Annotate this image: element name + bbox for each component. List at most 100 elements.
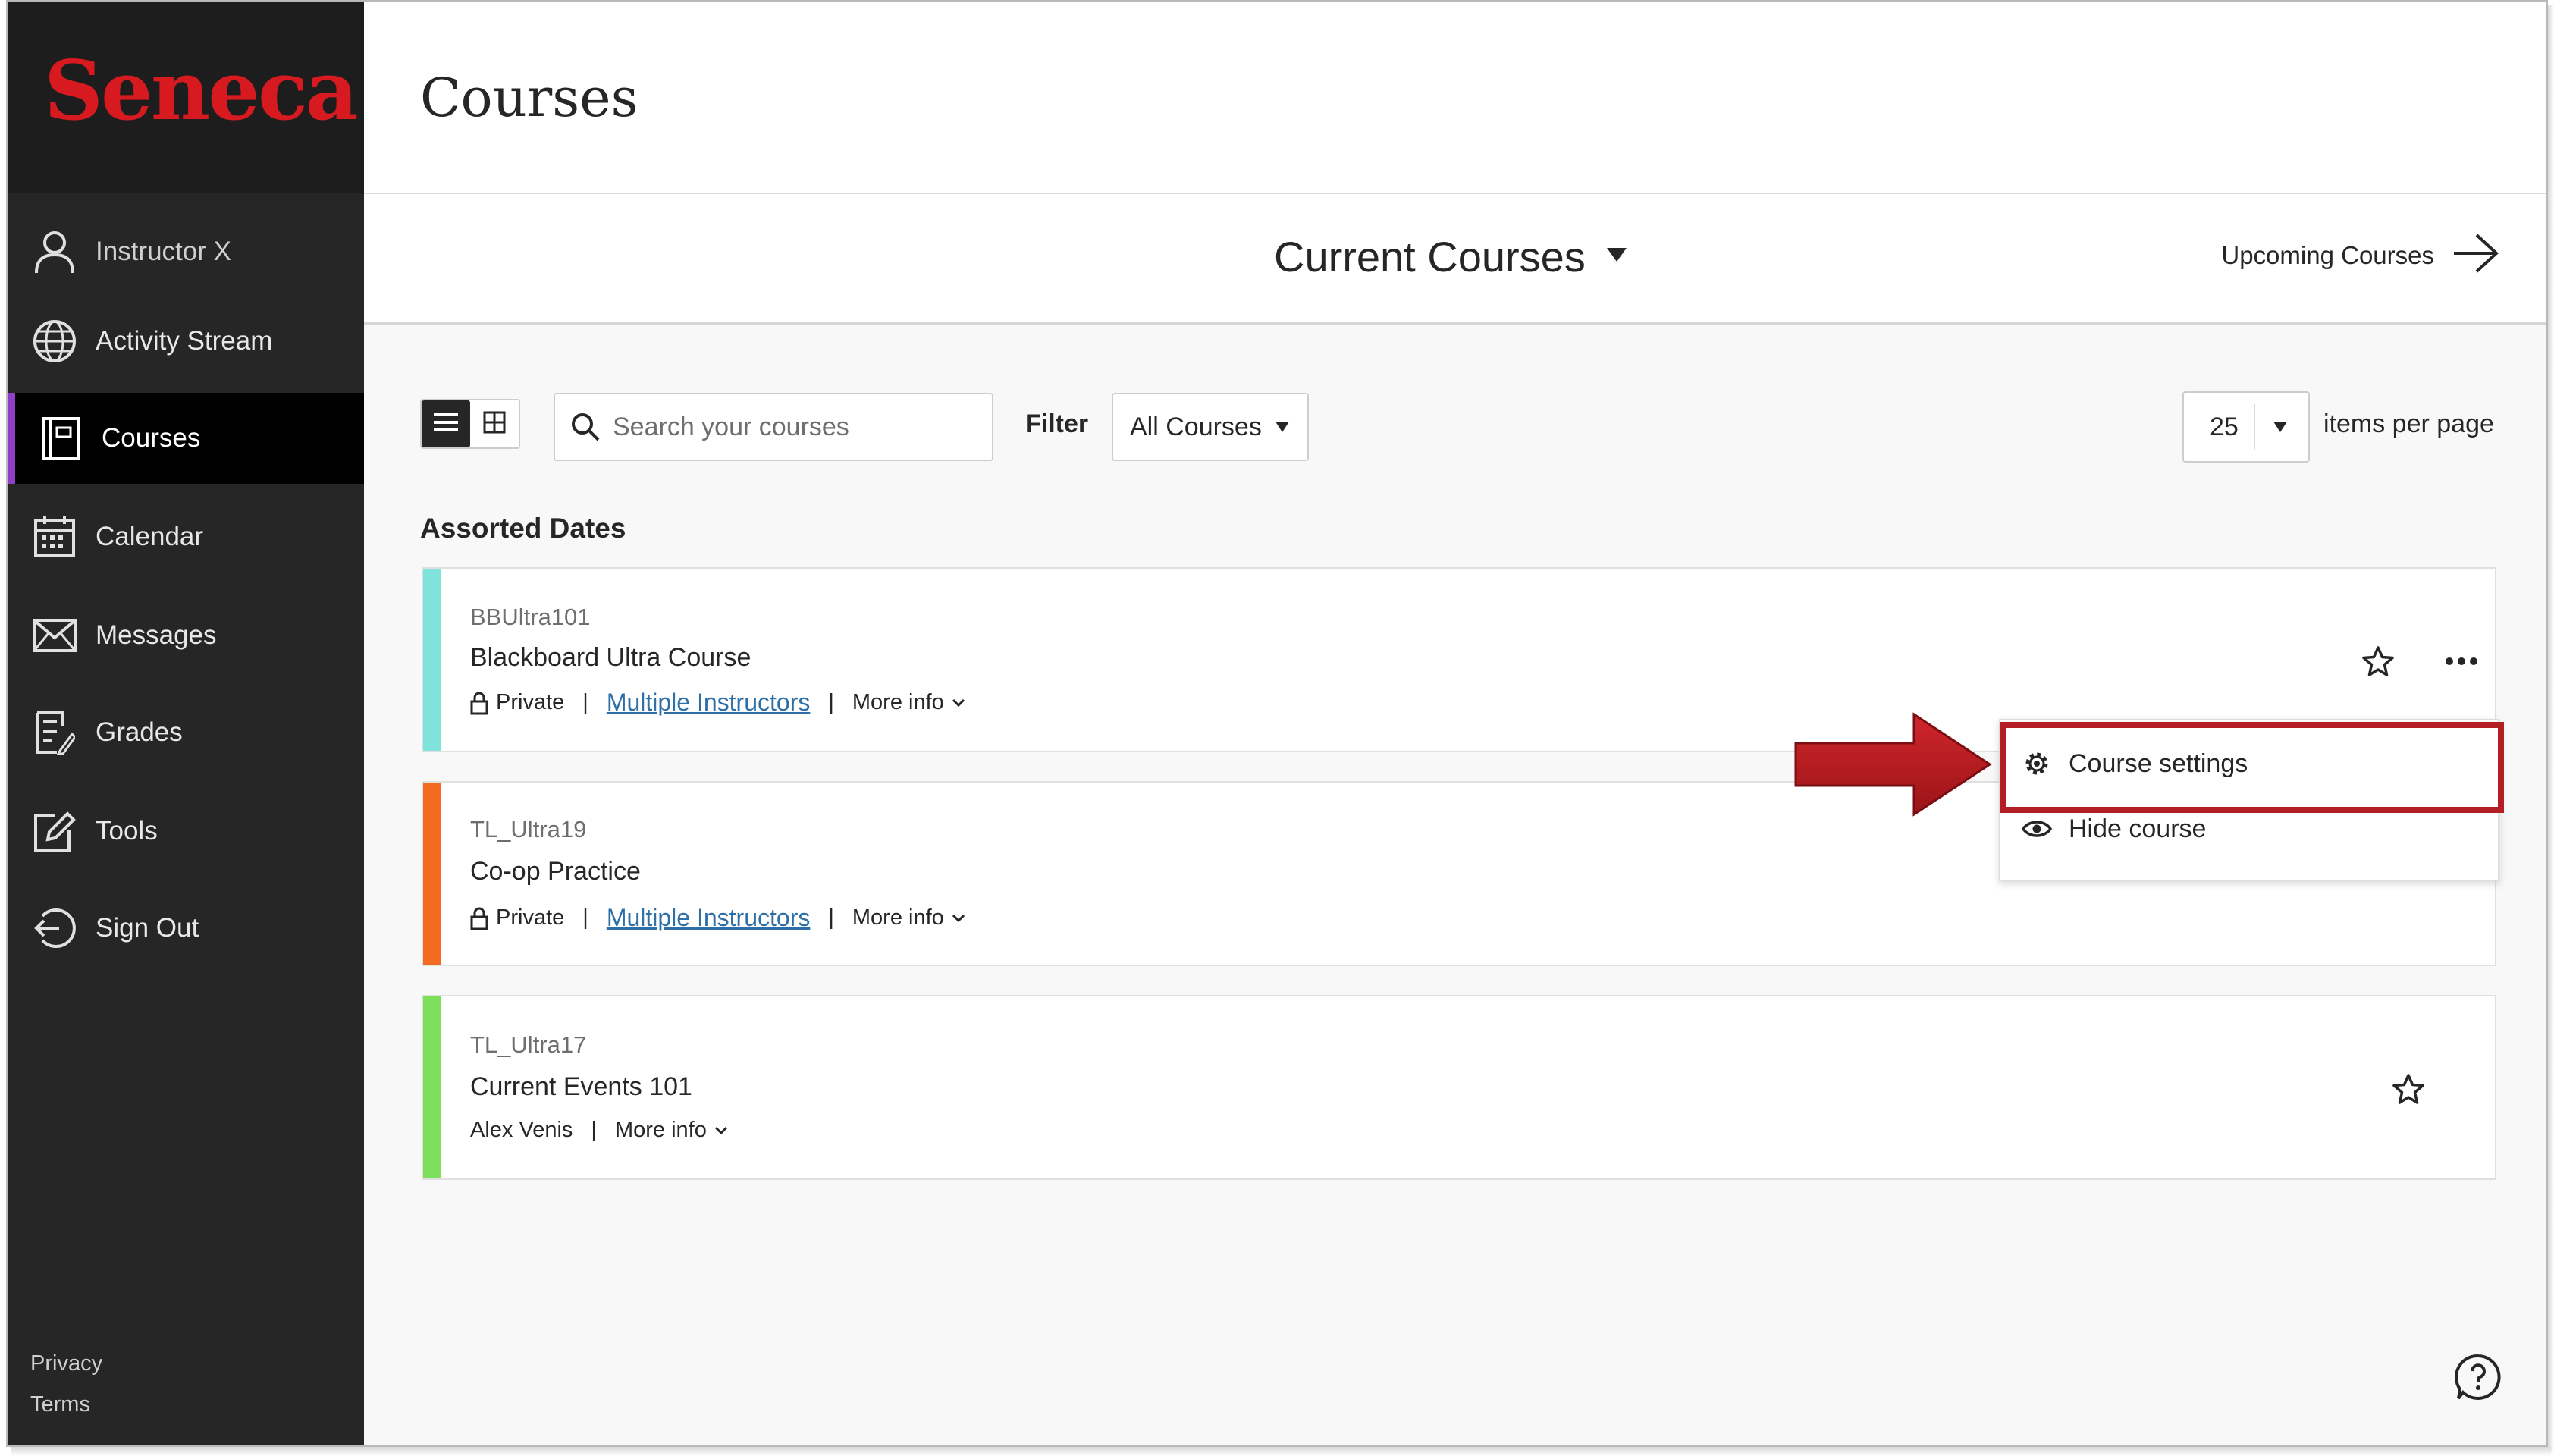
- current-courses-label: Current Courses: [1274, 233, 1586, 281]
- upcoming-courses-label: Upcoming Courses: [2221, 240, 2434, 269]
- separator: |: [582, 905, 588, 930]
- filter-select[interactable]: All Courses: [1112, 393, 1309, 461]
- lock-icon: [470, 691, 488, 715]
- globe-icon: [30, 317, 79, 366]
- hide-course-menu-item[interactable]: Hide course: [2000, 796, 2498, 861]
- course-settings-label: Course settings: [2069, 748, 2248, 778]
- term-bar: Current Courses Upcoming Courses: [364, 194, 2546, 325]
- sidebar-item-label: Instructor X: [96, 237, 231, 266]
- course-name[interactable]: Co-op Practice: [470, 857, 641, 886]
- instructor-name: Alex Venis: [470, 1118, 573, 1142]
- sidebar-item-label: Calendar: [96, 522, 204, 551]
- page-title: Courses: [420, 67, 638, 129]
- more-info-label: More info: [852, 905, 944, 930]
- sidebar-item-courses[interactable]: Courses: [8, 393, 364, 484]
- terms-link[interactable]: Terms: [30, 1392, 90, 1417]
- app-window: Seneca Instructor X Activity Stream Cour…: [6, 0, 2548, 1447]
- sidebar-item-tools[interactable]: Tools: [8, 786, 364, 877]
- grades-icon: [30, 708, 79, 757]
- filter-value: All Courses: [1130, 412, 1262, 441]
- sidebar-item-label: Messages: [96, 620, 217, 650]
- sidebar-item-label: Tools: [96, 816, 158, 846]
- sidebar-item-label: Sign Out: [96, 913, 199, 943]
- sidebar-item-profile[interactable]: Instructor X: [8, 206, 364, 297]
- search-icon: [570, 412, 601, 442]
- course-name[interactable]: Blackboard Ultra Course: [470, 643, 751, 673]
- course-settings-menu-item[interactable]: Course settings: [2000, 731, 2498, 796]
- tools-icon: [30, 807, 79, 855]
- instructors-link[interactable]: Multiple Instructors: [607, 904, 811, 932]
- logo-area: Seneca: [8, 2, 364, 193]
- courses-icon: [36, 414, 85, 463]
- annotation-arrow-icon: [1794, 712, 1992, 817]
- separator: |: [591, 1118, 597, 1142]
- sidebar-item-label: Activity Stream: [96, 326, 273, 356]
- upcoming-courses-link[interactable]: Upcoming Courses: [2221, 232, 2501, 278]
- window-shadow: [11, 1447, 2551, 1456]
- course-name[interactable]: Current Events 101: [470, 1072, 692, 1102]
- favorite-star-icon[interactable]: [2357, 640, 2399, 682]
- course-color-bar: [423, 783, 441, 965]
- instructors-link[interactable]: Multiple Instructors: [607, 689, 811, 717]
- help-icon[interactable]: [2454, 1353, 2502, 1401]
- chevron-down-icon: [952, 914, 965, 923]
- view-toggle: [420, 399, 520, 449]
- separator: |: [828, 905, 834, 930]
- sidebar: Seneca Instructor X Activity Stream Cour…: [8, 2, 364, 1445]
- more-info-toggle[interactable]: More info: [615, 1118, 728, 1143]
- current-courses-dropdown[interactable]: Current Courses: [1274, 232, 1627, 281]
- items-per-page-value: 25: [2210, 412, 2239, 441]
- list-icon: [434, 412, 458, 437]
- sidebar-item-sign-out[interactable]: Sign Out: [8, 883, 364, 974]
- course-card[interactable]: TL_Ultra17 Current Events 101 Alex Venis…: [422, 995, 2496, 1180]
- more-info-toggle[interactable]: More info: [852, 690, 965, 715]
- search-input[interactable]: Search your courses: [554, 393, 993, 461]
- chevron-down-icon: [714, 1126, 728, 1135]
- filter-label: Filter: [1025, 410, 1089, 438]
- course-options-menu: Course settings Hide course: [1999, 719, 2499, 881]
- gear-icon: [2022, 748, 2052, 779]
- privacy-status: Private: [496, 690, 565, 714]
- sidebar-item-activity-stream[interactable]: Activity Stream: [8, 296, 364, 387]
- header: Courses: [364, 2, 2546, 194]
- grid-icon: [483, 411, 506, 438]
- arrow-right-icon: [2452, 232, 2501, 278]
- section-title: Assorted Dates: [420, 513, 626, 544]
- window-shadow: [2548, 5, 2554, 1453]
- chevron-down-icon: [952, 698, 965, 708]
- hide-course-label: Hide course: [2069, 814, 2207, 843]
- sidebar-item-label: Courses: [102, 423, 201, 453]
- sidebar-item-label: Grades: [96, 717, 183, 747]
- course-code: TL_Ultra19: [470, 816, 587, 843]
- course-meta: Private | Multiple Instructors | More in…: [470, 904, 965, 932]
- items-per-page-select[interactable]: 25: [2182, 391, 2310, 463]
- eye-icon: [2022, 814, 2052, 844]
- items-per-page-label: items per page: [2323, 410, 2494, 438]
- favorite-star-icon[interactable]: [2387, 1068, 2430, 1110]
- separator: |: [828, 690, 834, 714]
- seneca-logo[interactable]: Seneca: [44, 50, 359, 132]
- sidebar-item-grades[interactable]: Grades: [8, 687, 364, 778]
- more-info-toggle[interactable]: More info: [852, 905, 965, 930]
- more-info-label: More info: [852, 690, 944, 714]
- user-icon: [30, 228, 79, 276]
- sidebar-item-messages[interactable]: Messages: [8, 590, 364, 681]
- divider: [2254, 404, 2255, 450]
- course-meta: Private | Multiple Instructors | More in…: [470, 689, 965, 717]
- sidebar-item-calendar[interactable]: Calendar: [8, 491, 364, 582]
- separator: |: [582, 690, 588, 714]
- sign-out-icon: [30, 904, 79, 952]
- lock-icon: [470, 906, 488, 930]
- course-code: TL_Ultra17: [470, 1031, 587, 1058]
- search-placeholder: Search your courses: [613, 412, 849, 441]
- course-code: BBUltra101: [470, 604, 591, 630]
- caret-down-icon: [2273, 422, 2287, 432]
- envelope-icon: [30, 611, 79, 660]
- course-meta: Alex Venis | More info: [470, 1118, 728, 1143]
- more-options-icon[interactable]: [2440, 640, 2483, 682]
- calendar-icon: [30, 513, 79, 561]
- list-view-button[interactable]: [422, 400, 470, 447]
- privacy-link[interactable]: Privacy: [30, 1351, 102, 1376]
- grid-view-button[interactable]: [470, 400, 519, 447]
- caret-down-icon: [1606, 248, 1627, 265]
